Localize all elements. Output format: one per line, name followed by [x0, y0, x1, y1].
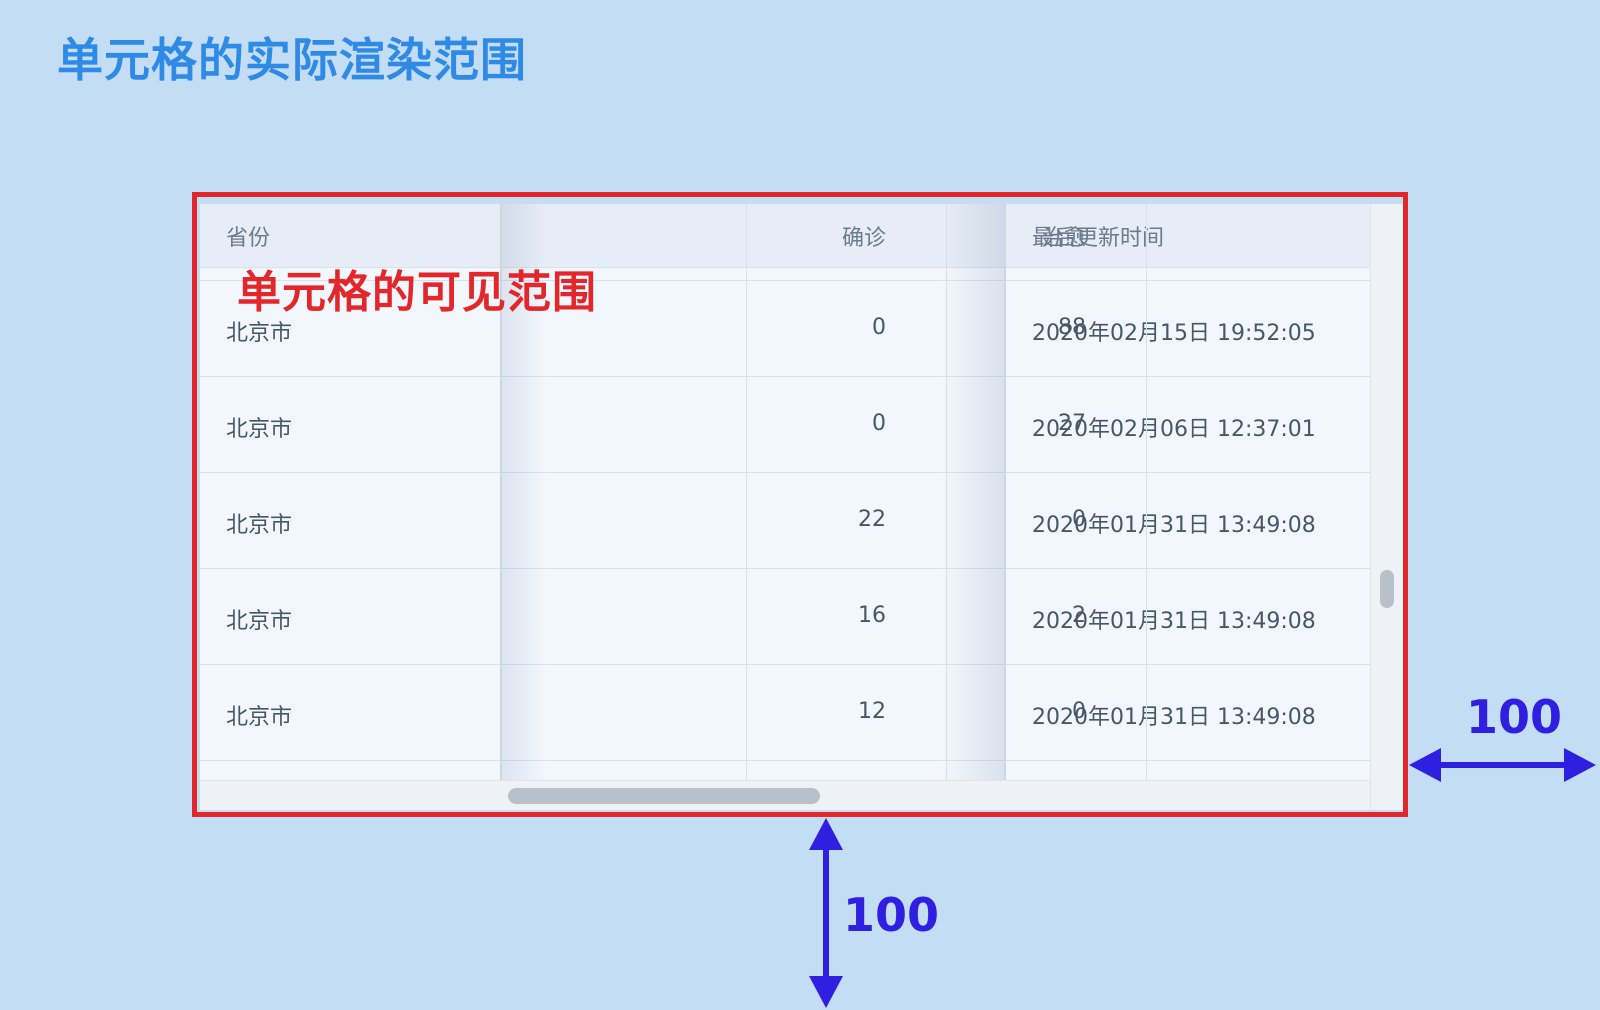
right-dimension-label: 100 — [1466, 690, 1563, 744]
right-arrow-icon — [1409, 748, 1596, 782]
dimension-arrows — [809, 748, 1596, 1008]
down-arrow-icon — [809, 818, 843, 1008]
bottom-dimension-label: 100 — [843, 888, 940, 942]
